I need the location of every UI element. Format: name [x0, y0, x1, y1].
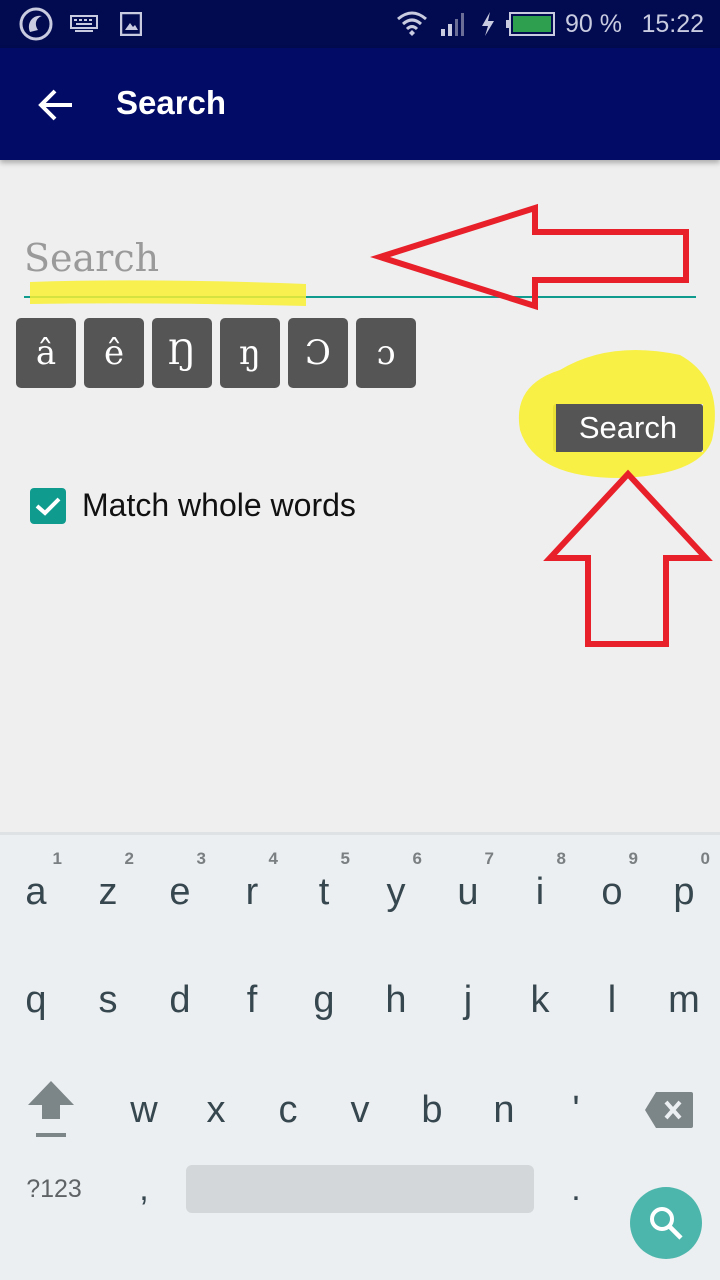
- keyboard-row-3: w x c v b n ': [0, 1055, 720, 1165]
- key-label: u: [457, 870, 479, 913]
- key-label: i: [535, 870, 545, 913]
- key-o[interactable]: 9o: [576, 835, 648, 945]
- checkmark-icon: [35, 497, 61, 516]
- red-arrow-up: [543, 469, 713, 647]
- key-hint: 2: [124, 849, 134, 868]
- key-hint: 6: [412, 849, 422, 868]
- keyboard-row-1: 1a 2z 3e 4r 5t 6y 7u 8i 9o 0p: [0, 835, 720, 945]
- key-b[interactable]: b: [396, 1055, 468, 1165]
- keyboard-row-2: q s d f g h j k l m: [0, 945, 720, 1055]
- app-logo-icon: [18, 0, 54, 48]
- key-label: p: [673, 870, 695, 913]
- wifi-icon: [396, 0, 428, 48]
- key-z[interactable]: 2z: [72, 835, 144, 945]
- char-key-open-o-lower[interactable]: ɔ: [356, 318, 416, 388]
- key-v[interactable]: v: [324, 1055, 396, 1165]
- key-hint: 9: [628, 849, 638, 868]
- shift-key[interactable]: [6, 1055, 96, 1165]
- signal-icon: [440, 0, 466, 48]
- arrow-left-icon: [38, 89, 72, 121]
- key-u[interactable]: 7u: [432, 835, 504, 945]
- key-x[interactable]: x: [180, 1055, 252, 1165]
- clock: 15:22: [641, 9, 704, 38]
- key-label: o: [601, 870, 623, 913]
- char-key-open-o-upper[interactable]: Ɔ: [288, 318, 348, 388]
- battery-icon: [506, 0, 556, 48]
- search-underline: [24, 296, 696, 298]
- search-action-key[interactable]: [630, 1187, 702, 1259]
- key-a[interactable]: 1a: [0, 835, 72, 945]
- battery-percent: 90 %: [565, 9, 622, 38]
- key-l[interactable]: l: [576, 945, 648, 1055]
- key-w[interactable]: w: [108, 1055, 180, 1165]
- key-q[interactable]: q: [0, 945, 72, 1055]
- char-key-eng-upper[interactable]: Ŋ: [152, 318, 212, 388]
- key-label: z: [98, 870, 118, 913]
- key-label: r: [245, 870, 259, 913]
- page-title: Search: [116, 84, 227, 121]
- comma-key[interactable]: ,: [108, 1165, 180, 1213]
- match-whole-words-checkbox[interactable]: [30, 487, 66, 524]
- key-n[interactable]: n: [468, 1055, 540, 1165]
- special-char-bar: â ê Ŋ ŋ Ɔ ɔ: [16, 318, 416, 388]
- image-icon: [120, 0, 142, 48]
- symbols-key[interactable]: ?123: [0, 1165, 108, 1213]
- key-y[interactable]: 6y: [360, 835, 432, 945]
- key-f[interactable]: f: [216, 945, 288, 1055]
- key-hint: 1: [52, 849, 62, 868]
- search-button[interactable]: Search: [553, 404, 703, 452]
- key-hint: 0: [700, 849, 710, 868]
- match-whole-words-label: Match whole words: [82, 487, 356, 523]
- status-bar: 90 % 15:22: [0, 0, 720, 48]
- search-input[interactable]: [24, 230, 696, 286]
- char-key-e-circumflex[interactable]: ê: [84, 318, 144, 388]
- key-label: t: [318, 870, 330, 913]
- key-j[interactable]: j: [432, 945, 504, 1055]
- key-e[interactable]: 3e: [144, 835, 216, 945]
- key-hint: 8: [556, 849, 566, 868]
- key-c[interactable]: c: [252, 1055, 324, 1165]
- key-t[interactable]: 5t: [288, 835, 360, 945]
- key-label: a: [25, 870, 47, 913]
- key-k[interactable]: k: [504, 945, 576, 1055]
- search-field: [24, 220, 696, 300]
- backspace-icon: [645, 1092, 693, 1128]
- key-h[interactable]: h: [360, 945, 432, 1055]
- key-i[interactable]: 8i: [504, 835, 576, 945]
- backspace-key[interactable]: [624, 1055, 714, 1165]
- soft-keyboard: 1a 2z 3e 4r 5t 6y 7u 8i 9o 0p q s d f g …: [0, 832, 720, 1280]
- key-hint: 7: [484, 849, 494, 868]
- search-icon: [650, 1207, 683, 1240]
- match-whole-words-option[interactable]: Match whole words: [30, 487, 356, 524]
- charging-icon: [480, 0, 496, 48]
- key-hint: 5: [340, 849, 350, 868]
- key-hint: 3: [196, 849, 206, 868]
- char-key-a-circumflex[interactable]: â: [16, 318, 76, 388]
- keyboard-icon: [70, 0, 98, 48]
- key-hint: 4: [268, 849, 278, 868]
- key-m[interactable]: m: [648, 945, 720, 1055]
- app-bar: Search: [0, 48, 720, 160]
- key-label: y: [386, 870, 406, 913]
- key-label: e: [169, 870, 191, 913]
- period-key[interactable]: .: [540, 1165, 612, 1213]
- key-g[interactable]: g: [288, 945, 360, 1055]
- space-bar[interactable]: [186, 1165, 534, 1213]
- key-d[interactable]: d: [144, 945, 216, 1055]
- shift-arrow-icon: [28, 1081, 74, 1137]
- key-r[interactable]: 4r: [216, 835, 288, 945]
- key-p[interactable]: 0p: [648, 835, 720, 945]
- back-button[interactable]: [28, 78, 84, 132]
- key-s[interactable]: s: [72, 945, 144, 1055]
- key-apostrophe[interactable]: ': [540, 1055, 612, 1165]
- char-key-eng-lower[interactable]: ŋ: [220, 318, 280, 388]
